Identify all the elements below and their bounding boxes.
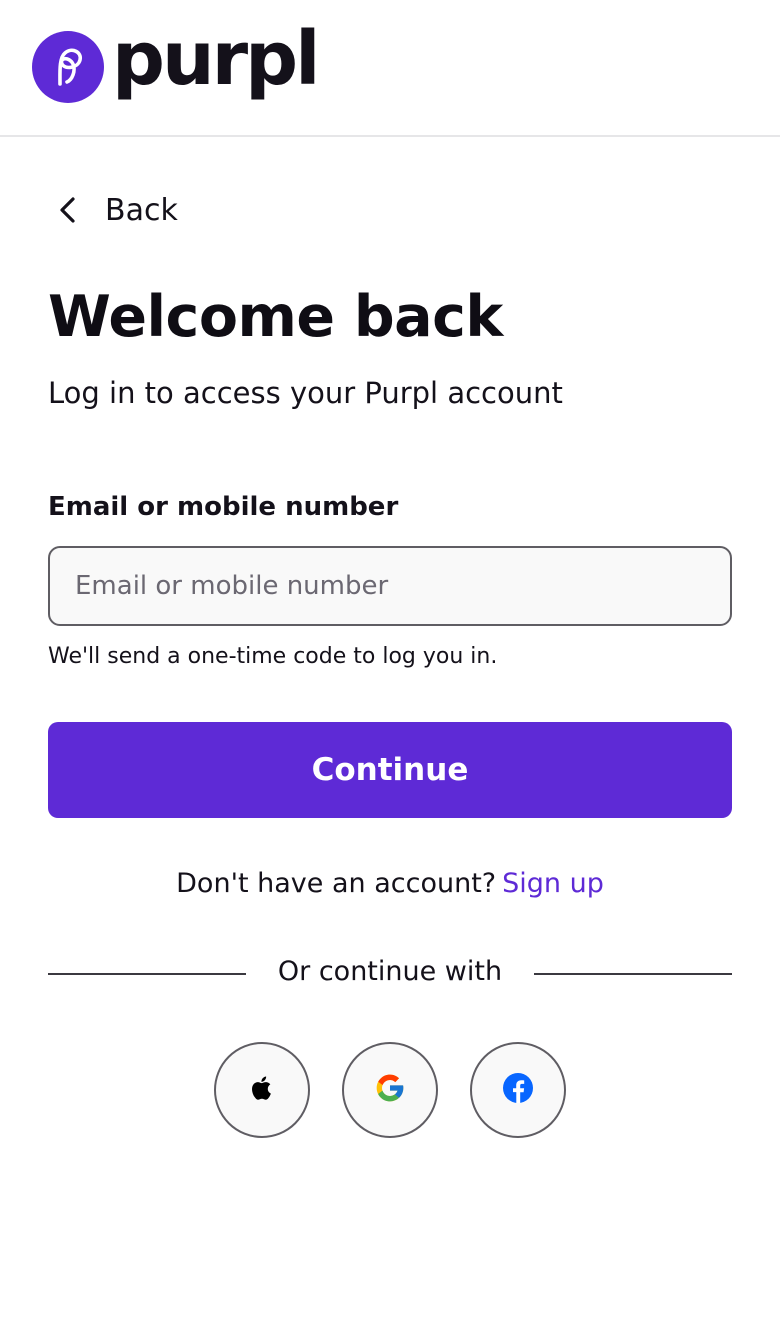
divider-line-right <box>534 973 732 975</box>
apple-icon <box>246 1072 278 1108</box>
page-title: Welcome back <box>48 284 503 350</box>
chevron-left-icon <box>48 190 88 230</box>
signup-row: Don't have an account? Sign up <box>0 868 780 899</box>
divider-line-left <box>48 973 246 975</box>
back-button[interactable]: Back <box>48 190 178 230</box>
signup-prompt: Don't have an account? <box>176 868 497 899</box>
google-login-button[interactable] <box>342 1042 438 1138</box>
social-divider-text: Or continue with <box>277 956 503 987</box>
facebook-icon <box>502 1072 534 1108</box>
apple-login-button[interactable] <box>214 1042 310 1138</box>
facebook-login-button[interactable] <box>470 1042 566 1138</box>
logo-wordmark: purpl <box>112 16 320 102</box>
google-icon <box>374 1072 406 1108</box>
purpl-logo[interactable]: purpl <box>32 22 320 104</box>
sign-up-link[interactable]: Sign up <box>502 868 604 899</box>
top-header: purpl <box>0 0 780 137</box>
one-time-code-hint: We'll send a one-time code to log you in… <box>48 644 498 669</box>
email-or-mobile-input[interactable] <box>48 546 732 626</box>
logo-mark-icon <box>32 31 104 103</box>
continue-button[interactable]: Continue <box>48 722 732 818</box>
page-subtitle: Log in to access your Purpl account <box>48 376 563 410</box>
back-label: Back <box>105 192 178 228</box>
email-or-mobile-label: Email or mobile number <box>48 492 399 522</box>
